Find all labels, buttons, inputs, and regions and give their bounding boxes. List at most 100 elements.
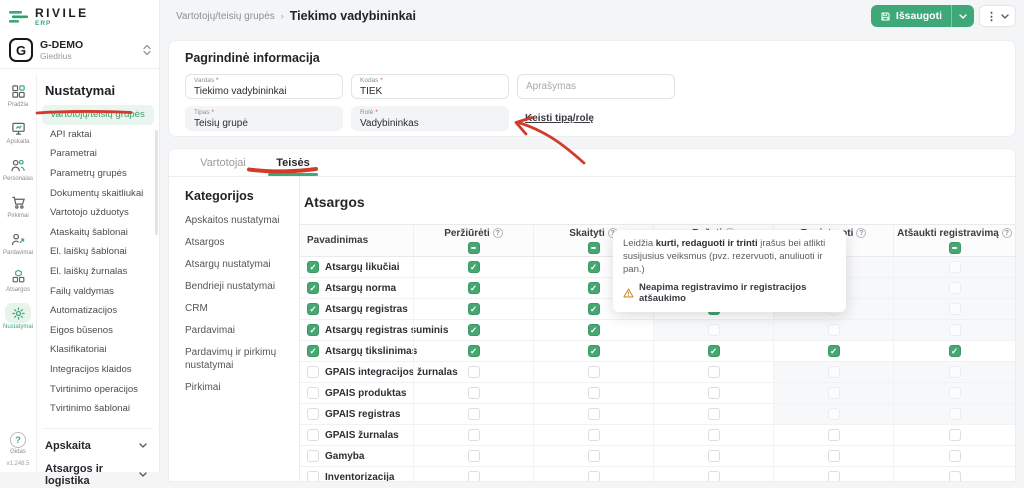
permission-checkbox[interactable] [468, 366, 480, 378]
permission-checkbox[interactable] [468, 429, 480, 441]
permission-checkbox[interactable] [708, 429, 720, 441]
row-checkbox[interactable] [307, 429, 319, 441]
select-all-checkbox[interactable] [588, 242, 600, 254]
tab-teisės[interactable]: Teisės [255, 149, 331, 176]
rail-item-nustatymai[interactable]: Nustatymai [2, 303, 34, 330]
category-item[interactable]: Apskaitos nustatymai [185, 215, 285, 228]
tab-vartotojai[interactable]: Vartotojai [185, 149, 261, 176]
sidebar-item[interactable]: Dokumentų skaitliukai [42, 183, 154, 203]
permission-checkbox[interactable]: ✓ [588, 282, 600, 294]
help-icon[interactable]: ? [493, 228, 503, 238]
row-checkbox[interactable] [307, 366, 319, 378]
permission-checkbox[interactable]: ✓ [468, 261, 480, 273]
sidebar-item[interactable]: Vartotojų/teisių grupės [42, 105, 154, 125]
permission-checkbox[interactable]: ✓ [708, 345, 720, 357]
permission-checkbox[interactable] [708, 450, 720, 462]
sidebar-item[interactable]: Parametrai [42, 144, 154, 164]
permission-checkbox[interactable] [708, 387, 720, 399]
row-checkbox[interactable]: ✓ [307, 345, 319, 357]
permission-checkbox[interactable] [708, 471, 720, 482]
permission-checkbox[interactable] [588, 387, 600, 399]
row-checkbox[interactable]: ✓ [307, 282, 319, 294]
vardas-field[interactable]: Vardas *Tiekimo vadybininkai [185, 74, 343, 99]
permission-checkbox[interactable] [468, 471, 480, 482]
sidebar-item[interactable]: El. laiškų šablonai [42, 242, 154, 262]
scrollbar[interactable] [155, 130, 158, 235]
breadcrumb-parent[interactable]: Vartotojų/teisių grupės [176, 11, 275, 22]
permission-checkbox[interactable]: ✓ [468, 324, 480, 336]
sidebar-item[interactable]: Integracijos klaidos [42, 360, 154, 380]
row-checkbox[interactable] [307, 471, 319, 482]
row-checkbox[interactable] [307, 387, 319, 399]
sidebar-group[interactable]: Atsargos ir logistika [37, 462, 159, 488]
permission-checkbox[interactable] [828, 450, 840, 462]
sidebar-item[interactable]: Vartotojo užduotys [42, 203, 154, 223]
category-item[interactable]: Pardavimų ir pirkimų nustatymai [185, 347, 285, 372]
help-icon[interactable]: ? [1002, 228, 1012, 238]
category-item[interactable]: Atsargos [185, 237, 285, 250]
sidebar-item[interactable]: Eigos būsenos [42, 321, 154, 341]
permission-checkbox[interactable]: ✓ [468, 345, 480, 357]
save-dropdown-chevron-icon[interactable] [952, 14, 974, 19]
permission-checkbox[interactable] [949, 429, 961, 441]
category-item[interactable]: Pardavimai [185, 325, 285, 338]
sidebar-group[interactable]: Apskaita [37, 433, 159, 459]
change-type-role-link[interactable]: Keisti tipą/rolę [525, 113, 594, 124]
permission-checkbox[interactable]: ✓ [468, 282, 480, 294]
user-switcher[interactable]: G G-DEMO Giedrius [0, 34, 159, 68]
permission-checkbox[interactable] [588, 408, 600, 420]
save-button[interactable]: Išsaugoti [871, 5, 974, 27]
permission-checkbox[interactable]: ✓ [588, 303, 600, 315]
chevron-updown-icon[interactable] [143, 44, 151, 56]
rail-item-pirkimai[interactable]: Pirkimai [2, 192, 34, 219]
permission-checkbox[interactable]: ✓ [468, 303, 480, 315]
sidebar-item[interactable]: Ataskaitų šablonai [42, 223, 154, 243]
permission-checkbox[interactable] [468, 408, 480, 420]
permission-checkbox[interactable]: ✓ [588, 345, 600, 357]
permission-checkbox[interactable] [588, 471, 600, 482]
sidebar-item[interactable]: Tvirtinimo šablonai [42, 399, 154, 419]
permission-checkbox[interactable] [828, 429, 840, 441]
sidebar-item[interactable]: Tvirtinimo operacijos [42, 379, 154, 399]
rail-item-pardavimai[interactable]: Pardavimai [2, 229, 34, 256]
select-all-checkbox[interactable] [949, 242, 961, 254]
permission-checkbox[interactable] [588, 450, 600, 462]
kodas-field[interactable]: Kodas *TIEK [351, 74, 509, 99]
permission-checkbox[interactable]: ✓ [588, 324, 600, 336]
permission-checkbox[interactable] [828, 471, 840, 482]
select-all-checkbox[interactable] [468, 242, 480, 254]
permission-checkbox[interactable] [708, 408, 720, 420]
row-checkbox[interactable] [307, 408, 319, 420]
permission-checkbox[interactable] [468, 450, 480, 462]
permission-checkbox[interactable] [949, 471, 961, 482]
sidebar-item[interactable]: API raktai [42, 125, 154, 145]
category-item[interactable]: Atsargų nustatymai [185, 259, 285, 272]
permission-checkbox[interactable]: ✓ [828, 345, 840, 357]
sidebar-item[interactable]: Automatizacijos [42, 301, 154, 321]
sidebar-item[interactable]: Failų valdymas [42, 281, 154, 301]
rail-item-atsargos[interactable]: Atsargos [2, 266, 34, 293]
permission-checkbox[interactable]: ✓ [588, 261, 600, 273]
permission-checkbox[interactable] [708, 366, 720, 378]
sidebar-item[interactable]: El. laiškų žurnalas [42, 262, 154, 282]
rail-item-personalas[interactable]: Personalas [2, 155, 34, 182]
row-checkbox[interactable] [307, 450, 319, 462]
help-icon[interactable]: ? [10, 432, 26, 448]
rail-item-pradžia[interactable]: Pradžia [2, 81, 34, 108]
category-item[interactable]: Bendrieji nustatymai [185, 281, 285, 294]
row-checkbox[interactable]: ✓ [307, 261, 319, 273]
permission-checkbox[interactable] [949, 450, 961, 462]
sidebar-item[interactable]: Klasifikatoriai [42, 340, 154, 360]
permission-checkbox[interactable] [588, 429, 600, 441]
sidebar-item[interactable]: Parametrų grupės [42, 164, 154, 184]
more-actions-button[interactable]: ⋮ [979, 5, 1016, 27]
rail-item-apskaita[interactable]: Apskaita [2, 118, 34, 145]
permission-checkbox[interactable] [588, 366, 600, 378]
description-field[interactable]: Aprašymas [517, 74, 675, 99]
category-item[interactable]: CRM [185, 303, 285, 316]
help-icon[interactable]: ? [856, 228, 866, 238]
permission-checkbox[interactable] [468, 387, 480, 399]
row-checkbox[interactable]: ✓ [307, 303, 319, 315]
permission-checkbox[interactable]: ✓ [949, 345, 961, 357]
category-item[interactable]: Pirkimai [185, 382, 285, 395]
